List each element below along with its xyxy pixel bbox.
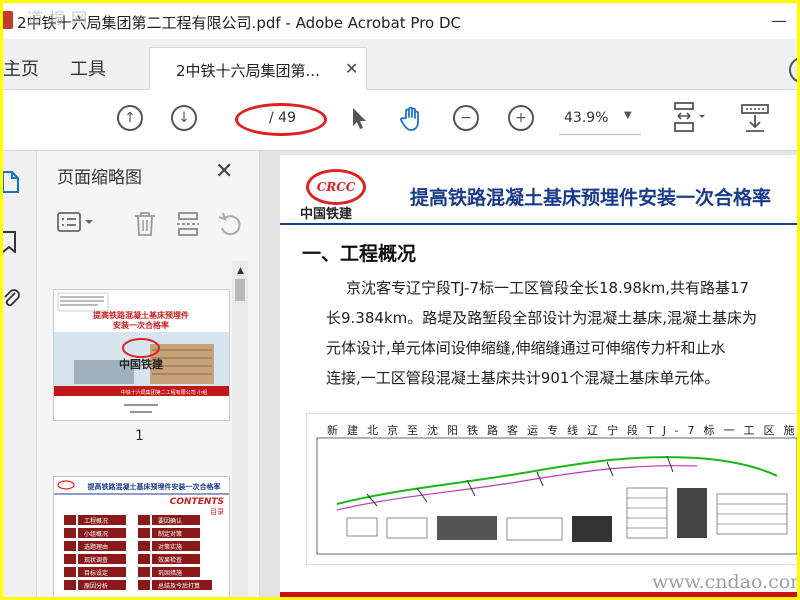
hand-icon [400,106,419,131]
thumb2-item-6: 原因分析 [84,582,108,590]
zoom-out-button[interactable]: − [451,103,481,133]
zoom-in-button[interactable]: + [506,103,536,133]
thumb2-item-1: 工程概况 [84,517,108,525]
rotate-icon[interactable] [217,211,243,242]
scroll-up-arrow-icon[interactable]: ▲ [237,266,244,276]
select-tool-button[interactable] [344,103,374,133]
title-bar: 2中铁十六局集团第二工程有限公司.pdf - Adobe Acrobat Pro… [3,3,797,39]
hand-tool-button[interactable] [397,103,427,133]
thumb2-contents: CONTENTS [170,497,224,507]
watermark-text: 道振网 [27,9,94,28]
crcc-logo: CRCC [306,169,366,205]
scroll-mode-icon [741,104,769,132]
next-page-button[interactable]: ↓ [169,103,199,133]
section-heading: 一、工程概况 [302,243,417,265]
page-thumbnail-2[interactable]: 提高铁路混凝土基床预埋件安装一次合格率 CONTENTS 目录 工程概况 小组概… [53,476,230,597]
acrobat-app-icon [3,11,13,29]
toolbar: ↑ ↓ / 49 − + 43.9% ▼ [3,90,797,151]
trash-icon[interactable] [133,211,157,242]
brand-name: 中国铁建 [300,207,353,222]
scroll-mode-button[interactable] [737,103,773,133]
thumb2-item-11: 巩固措施 [158,569,182,577]
paragraph-line-3: 元体设计,单元体间设伸缩缝,伸缩缝通过可伸缩传力杆和止水 [326,339,726,357]
document-tab-label: 2中铁十六局集团第... [176,62,320,80]
help-icon[interactable] [789,57,797,83]
panel-title: 页面缩略图 [57,168,142,188]
page-thumbnail-1[interactable]: 提高铁路混凝土基床预埋件 安装一次合格率 中国铁建 中铁十六局集团第二工程有限公… [53,289,230,421]
plus-icon: + [508,105,534,131]
thumb1-footer-text: 中铁十六局集团第二工程有限公司 小组 [121,389,208,396]
thumbnail-page-number: 1 [135,428,144,444]
tab-bar: 主页 工具 2中铁十六局集团第... ✕ [3,39,797,90]
close-panel-icon[interactable]: ✕ [215,159,233,184]
site-watermark: www.cndao.com [652,571,797,593]
thumb2-item-12: 总结及今后打算 [158,582,200,590]
close-tab-icon[interactable]: ✕ [345,59,358,78]
page-navigator: / 49 [225,103,327,136]
page-thumbnails-icon[interactable] [3,171,23,198]
tab-tools[interactable]: 工具 [70,55,106,81]
document-title: 提高铁路混凝土基床预埋件安装一次合格率 [410,187,772,209]
thumb2-title: 提高铁路混凝土基床预埋件安装一次合格率 [87,482,221,491]
left-rail [3,151,37,597]
site-plan-drawing: 新建北京至沈阳铁路客运专线辽宁段TJ-7标一工区施工总平面布 [306,413,797,565]
chevron-down-icon[interactable]: ▼ [624,110,632,121]
thumb2-item-4: 现状调查 [84,556,108,564]
thumb2-item-10: 效果检查 [158,556,182,564]
attachment-icon[interactable] [3,287,23,316]
fit-page-button[interactable] [669,102,709,133]
thumb2-item-2: 小组概况 [84,530,108,538]
minus-icon: − [453,105,479,131]
pdf-page: CRCC 中国铁建 提高铁路混凝土基床预埋件安装一次合格率 一、工程概况 京沈客… [280,155,797,597]
extract-pages-icon[interactable] [175,211,201,242]
paragraph-line-1: 京沈客专辽宁段TJ-7标一工区管段全长18.98km,共有路基17 [346,279,750,297]
thumb2-item-3: 选题理由 [84,543,108,551]
page-thumbnails-panel: 页面缩略图 ✕ ▲ 提高铁路混凝土基床预埋件 安装一次合格率 中国铁建 中铁十六… [37,151,260,597]
zoom-level[interactable]: 43.9% [564,110,608,126]
cursor-arrow-icon [353,108,366,129]
thumb2-item-8: 制定对策 [158,530,182,538]
thumbnails-scrollbar[interactable] [232,261,248,597]
page-footer-band [280,592,797,597]
bookmark-icon[interactable] [3,231,23,258]
zoom-underline [559,134,641,135]
tab-document[interactable]: 2中铁十六局集团第... ✕ [149,47,367,90]
acrobat-window: 2中铁十六局集团第二工程有限公司.pdf - Adobe Acrobat Pro… [3,3,797,597]
arrow-down-icon: ↓ [171,105,197,131]
thumb2-mulu: 目录 [210,508,224,516]
arrow-up-icon: ↑ [117,105,143,131]
scrollbar-thumb[interactable] [235,279,245,301]
paragraph-line-4: 连接,一工区管段混凝土基床共计901个混凝土基床单元体。 [326,369,720,387]
fit-page-icon [674,102,705,132]
document-view[interactable]: CRCC 中国铁建 提高铁路混凝土基床预埋件安装一次合格率 一、工程概况 京沈客… [260,151,797,597]
paragraph-line-2: 长9.384km。路堤及路堑段全部设计为混凝土基床,混凝土基床为 [326,309,758,327]
red-ellipse-annotation [235,103,327,136]
minimize-icon[interactable]: — [771,11,787,30]
tab-home[interactable]: 主页 [3,55,39,81]
previous-page-button[interactable]: ↑ [115,103,145,133]
thumb1-brand: 中国铁建 [119,357,164,371]
thumb2-item-9: 对策实施 [158,543,182,551]
thumb2-item-7: 要因确认 [158,517,182,525]
thumb1-title-line2: 安装一次合格率 [113,320,169,330]
thumb2-item-5: 目标设定 [84,569,108,577]
thumb1-title-line1: 提高铁路混凝土基床预埋件 [93,310,189,320]
options-menu-icon[interactable] [57,211,97,238]
